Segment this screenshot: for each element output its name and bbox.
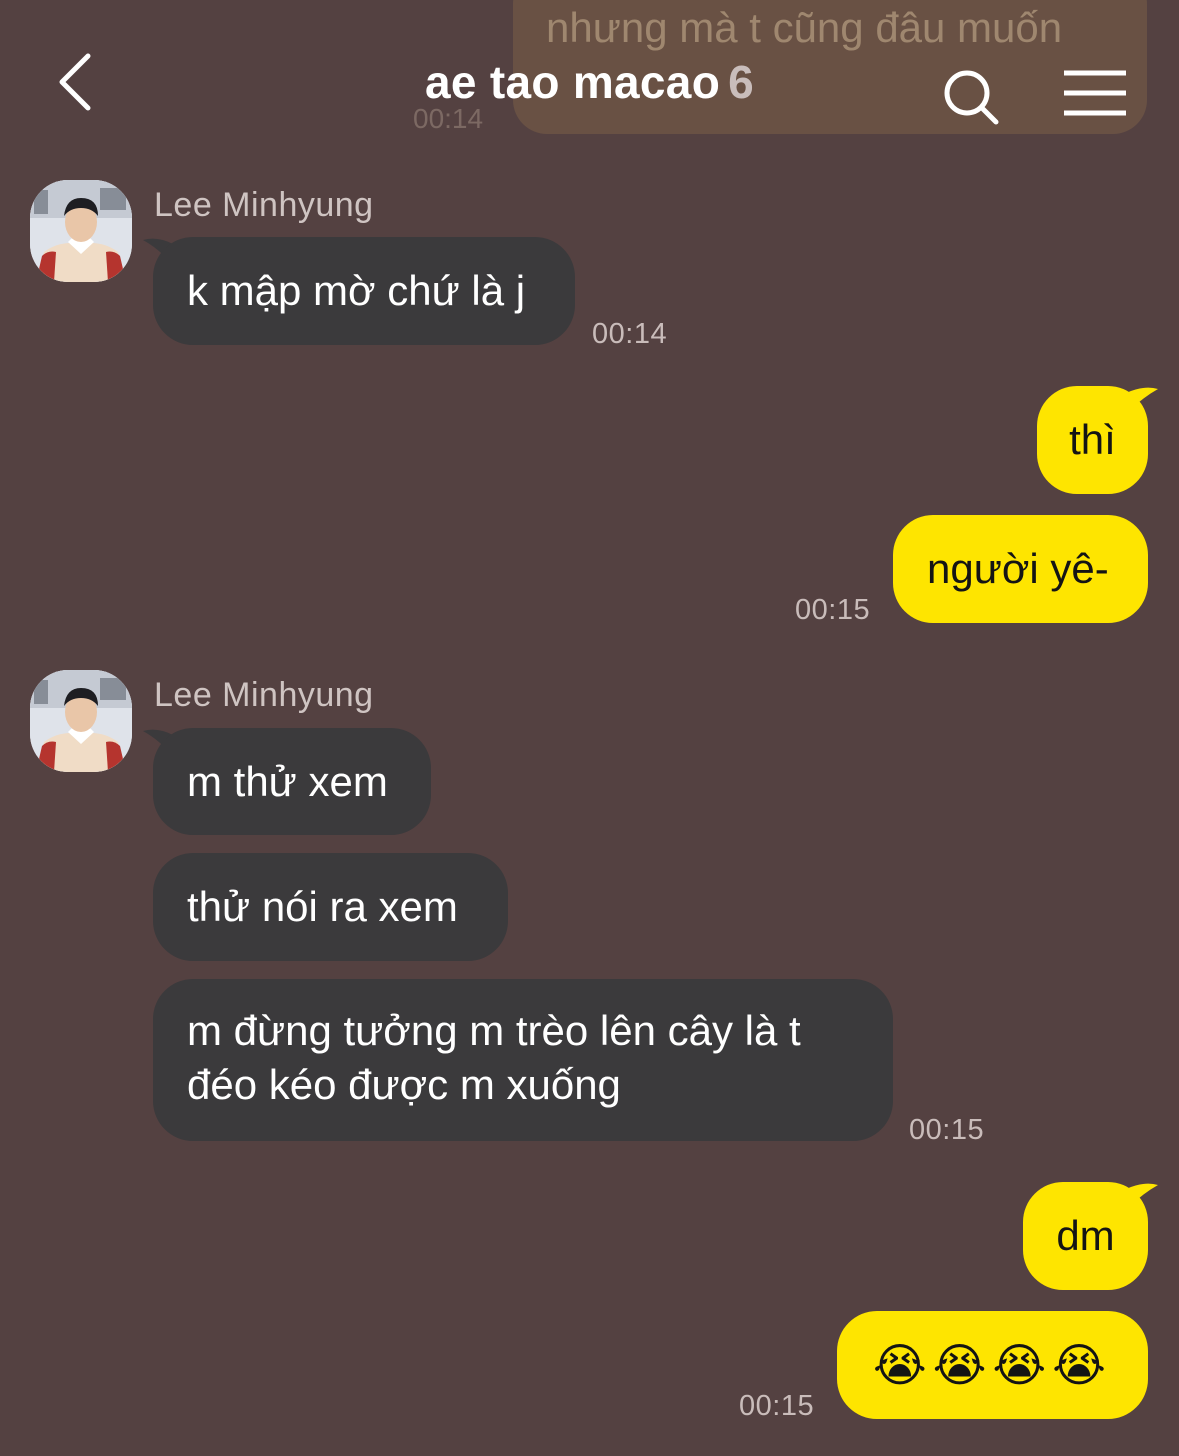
- sender-name: Lee Minhyung: [154, 676, 374, 714]
- incoming-message-bubble[interactable]: m đừng tưởng m trèo lên cây là t đéo kéo…: [153, 979, 893, 1141]
- message-text: thì: [1069, 416, 1116, 463]
- avatar-photo-icon: [30, 180, 132, 282]
- avatar-photo-icon: [30, 670, 132, 772]
- message-text: người yê-: [927, 545, 1109, 592]
- outgoing-message-bubble[interactable]: người yê-: [893, 515, 1148, 623]
- outgoing-bubble-tail: [1126, 387, 1158, 415]
- search-button[interactable]: [940, 66, 1004, 130]
- message-time: 00:15: [909, 1114, 985, 1146]
- message-text: thử nói ra xem: [187, 883, 458, 930]
- outgoing-bubble-tail: [1126, 1183, 1158, 1211]
- avatar[interactable]: [30, 180, 132, 282]
- incoming-message-bubble[interactable]: thử nói ra xem: [153, 853, 508, 961]
- message-text: k mập mờ chứ là j: [187, 267, 526, 314]
- avatar[interactable]: [30, 670, 132, 772]
- incoming-message-bubble[interactable]: m thử xem: [153, 728, 431, 835]
- incoming-message-bubble[interactable]: k mập mờ chứ là j: [153, 237, 575, 345]
- member-count: 6: [728, 56, 754, 108]
- message-time: 00:15: [739, 1390, 815, 1422]
- sender-name: Lee Minhyung: [154, 186, 374, 224]
- chat-name: ae tao macao: [425, 56, 721, 108]
- chat-header: ae tao macao 6: [0, 0, 1179, 160]
- emoji-message-text: 😭😭😭😭: [873, 1339, 1112, 1391]
- message-text: m đừng tưởng m trèo lên cây là t đéo kéo…: [187, 1007, 801, 1108]
- menu-button[interactable]: [1062, 70, 1128, 116]
- message-time: 00:14: [592, 318, 668, 350]
- message-time: 00:15: [795, 594, 871, 626]
- message-text: m thử xem: [187, 757, 388, 805]
- hamburger-menu-icon: [1064, 70, 1126, 116]
- outgoing-message-bubble[interactable]: 😭😭😭😭: [837, 1311, 1148, 1419]
- search-icon: [944, 70, 999, 125]
- message-text: dm: [1056, 1212, 1115, 1259]
